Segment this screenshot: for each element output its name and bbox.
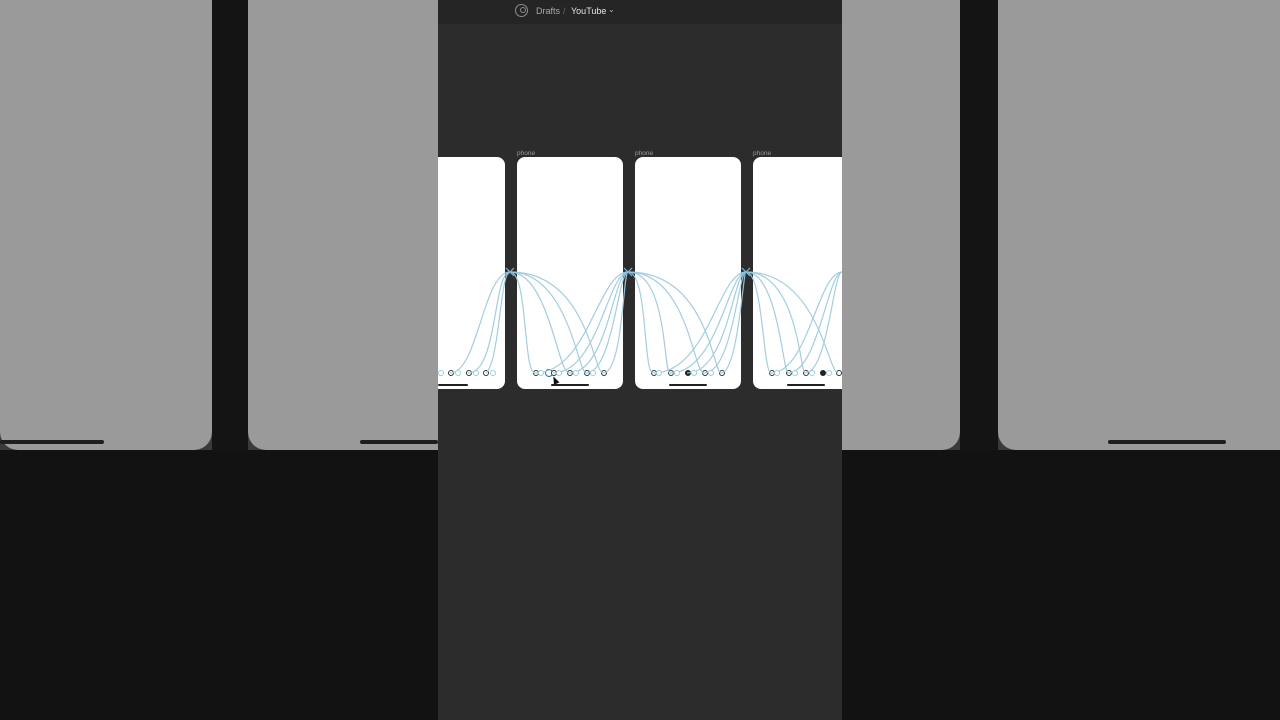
blurred-phone-frame	[842, 0, 960, 450]
blurred-home-bar	[360, 440, 438, 444]
blurred-gap	[960, 0, 998, 450]
prototype-wire	[745, 271, 789, 374]
prototype-wire	[568, 271, 629, 374]
figma-canvas[interactable]: Drafts / YouTube ⌄ phone phone phone	[438, 0, 842, 720]
prototype-wire	[509, 271, 536, 374]
prototype-wire	[745, 271, 839, 374]
prototype-wire	[509, 271, 570, 374]
prototype-connections	[438, 267, 842, 376]
prototype-wire	[509, 271, 604, 374]
prototype-wire	[745, 271, 772, 374]
blurred-home-bar	[0, 440, 104, 444]
background-blur-right	[842, 0, 1280, 450]
blurred-phone-frame	[0, 0, 212, 450]
prototype-wire	[602, 271, 629, 374]
prototype-wire	[627, 271, 654, 374]
prototype-wire	[509, 271, 587, 374]
prototype-wire	[485, 271, 511, 374]
prototype-wire	[669, 271, 747, 374]
background-blur-left	[0, 0, 438, 450]
blurred-phone-frame	[248, 0, 438, 450]
prototype-wire	[804, 271, 842, 374]
blurred-home-bar	[1108, 440, 1226, 444]
blurred-phone-frame	[998, 0, 1280, 450]
prototype-wire	[745, 271, 806, 374]
prototype-wire	[703, 271, 747, 374]
blurred-gap	[212, 0, 248, 450]
prototype-wire	[627, 271, 722, 374]
